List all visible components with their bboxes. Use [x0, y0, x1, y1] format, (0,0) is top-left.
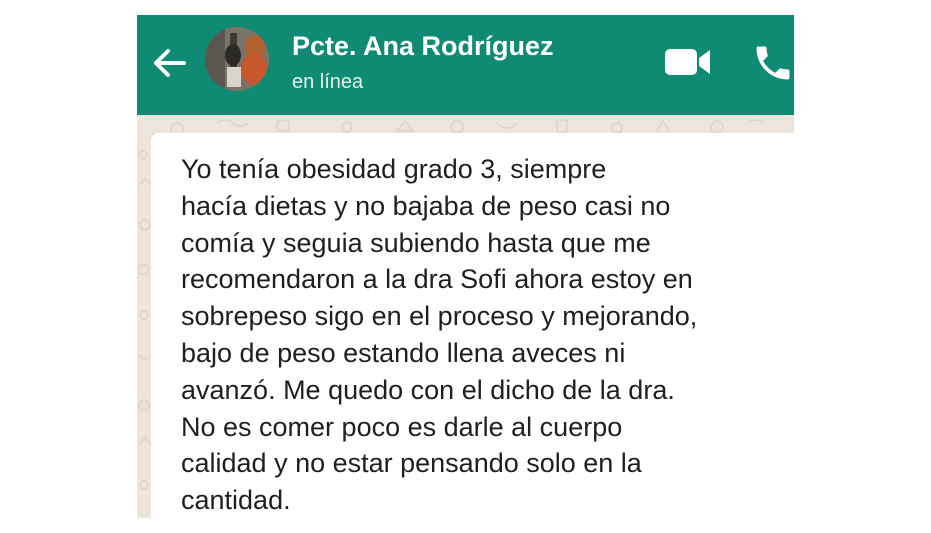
contact-avatar[interactable] — [205, 27, 269, 91]
chat-header: Pcte. Ana Rodríguez en línea — [137, 15, 794, 115]
video-camera-icon — [665, 49, 710, 75]
arrow-left-icon — [154, 49, 186, 77]
message-bubble[interactable]: Yo tenía obesidad grado 3, siempre hacía… — [151, 133, 794, 518]
phone-icon — [756, 46, 790, 80]
message-text: Yo tenía obesidad grado 3, siempre hacía… — [181, 154, 698, 516]
contact-status: en línea — [292, 71, 364, 93]
back-button[interactable] — [151, 45, 191, 81]
voice-call-button[interactable] — [751, 41, 794, 85]
avatar-photo-icon — [205, 27, 269, 91]
chat-window: Pcte. Ana Rodríguez en línea Yo tenía ob… — [137, 15, 794, 518]
contact-name[interactable]: Pcte. Ana Rodríguez — [292, 31, 554, 62]
video-call-button[interactable] — [663, 45, 713, 79]
